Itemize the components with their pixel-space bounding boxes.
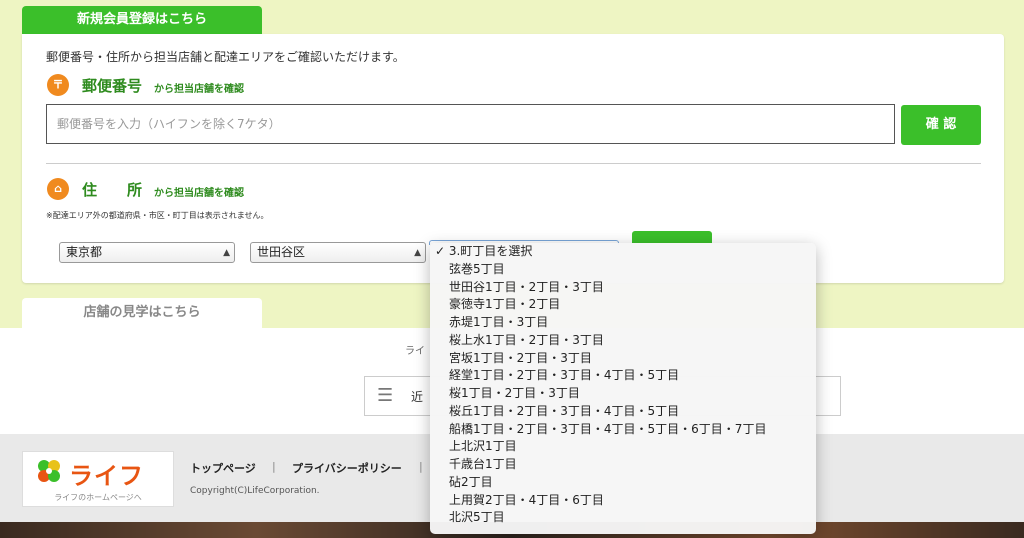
select-arrows-icon: ▲ — [414, 248, 421, 258]
dropdown-option[interactable]: 上用賀2丁目・4丁目・6丁目 — [430, 492, 816, 510]
dropdown-option[interactable]: 世田谷1丁目・2丁目・3丁目 — [430, 279, 816, 297]
dropdown-option[interactable]: 宮坂1丁目・2丁目・3丁目 — [430, 350, 816, 368]
dropdown-option[interactable]: 経堂1丁目・2丁目・3丁目・4丁目・5丁目 — [430, 367, 816, 385]
postal-mark-icon: 〒 — [47, 74, 69, 96]
footer-link-top[interactable]: トップページ — [190, 460, 256, 476]
dropdown-option[interactable]: 北沢5丁目 — [430, 509, 816, 527]
dropdown-option-selected[interactable]: ✓ 3.町丁目を選択 — [430, 243, 816, 261]
footer-separator: | — [272, 460, 276, 473]
postal-code-input[interactable]: 郵便番号を入力（ハイフンを除く7ケタ） — [46, 104, 895, 144]
city-select[interactable]: 世田谷区 ▲ — [250, 242, 426, 263]
nearby-store-search-label: 近 — [411, 390, 424, 404]
life-logo-link[interactable]: ライフ ライフのホームページへ — [22, 451, 174, 507]
prefecture-select[interactable]: 東京都 ▲ — [59, 242, 235, 263]
checkmark-icon: ✓ — [435, 244, 446, 258]
home-icon: ⌂ — [47, 178, 69, 200]
postal-section-title: 郵便番号 — [82, 77, 143, 95]
dropdown-option[interactable]: 桜1丁目・2丁目・3丁目 — [430, 385, 816, 403]
intro-text: 郵便番号・住所から担当店舗と配達エリアをご確認いただけます。 — [46, 50, 405, 64]
dropdown-option[interactable]: 千歳台1丁目 — [430, 456, 816, 474]
postal-confirm-button[interactable]: 確 認 — [901, 105, 981, 145]
logo-wordmark: ライフ — [69, 462, 144, 490]
clover-icon — [38, 460, 60, 482]
dropdown-option[interactable]: 桜丘1丁目・2丁目・3丁目・4丁目・5丁目 — [430, 403, 816, 421]
postal-section-subtitle: から担当店舗を確認 — [154, 84, 244, 95]
prefecture-select-value: 東京都 — [66, 245, 103, 259]
menu-icon: ☰ — [377, 385, 394, 406]
section-divider — [46, 163, 981, 164]
logo-caption: ライフのホームページへ — [54, 493, 142, 502]
dropdown-option[interactable]: 上北沢1丁目 — [430, 438, 816, 456]
address-section-subtitle: から担当店舗を確認 — [154, 188, 244, 199]
tab-store-visit[interactable]: 店舗の見学はこちら — [22, 298, 262, 328]
tab-register[interactable]: 新規会員登録はこちら — [22, 6, 262, 34]
select-arrows-icon: ▲ — [223, 248, 230, 258]
dropdown-option[interactable]: 弦巻5丁目 — [430, 261, 816, 279]
dropdown-option[interactable]: 砧2丁目 — [430, 474, 816, 492]
footer-link-privacy[interactable]: プライバシーポリシー — [292, 460, 402, 476]
life-description-text: ライ — [405, 346, 425, 357]
address-section-title: 住 所 — [82, 181, 143, 199]
dropdown-option[interactable]: 豪徳寺1丁目・2丁目 — [430, 296, 816, 314]
dropdown-option[interactable]: 赤堤1丁目・3丁目 — [430, 314, 816, 332]
address-confirm-button[interactable] — [632, 231, 712, 243]
footer-separator: | — [419, 460, 423, 473]
dropdown-option[interactable]: 桜上水1丁目・2丁目・3丁目 — [430, 332, 816, 350]
dropdown-option[interactable]: 船橋1丁目・2丁目・3丁目・4丁目・5丁目・6丁目・7丁目 — [430, 421, 816, 439]
copyright-text: Copyright(C)LifeCorporation. — [190, 486, 320, 496]
delivery-area-note: ※配達エリア外の都道府県・市区・町丁目は表示されません。 — [46, 211, 269, 220]
district-dropdown-menu[interactable]: ✓ 3.町丁目を選択 弦巻5丁目 世田谷1丁目・2丁目・3丁目 豪徳寺1丁目・2… — [430, 243, 816, 534]
city-select-value: 世田谷区 — [257, 245, 306, 259]
